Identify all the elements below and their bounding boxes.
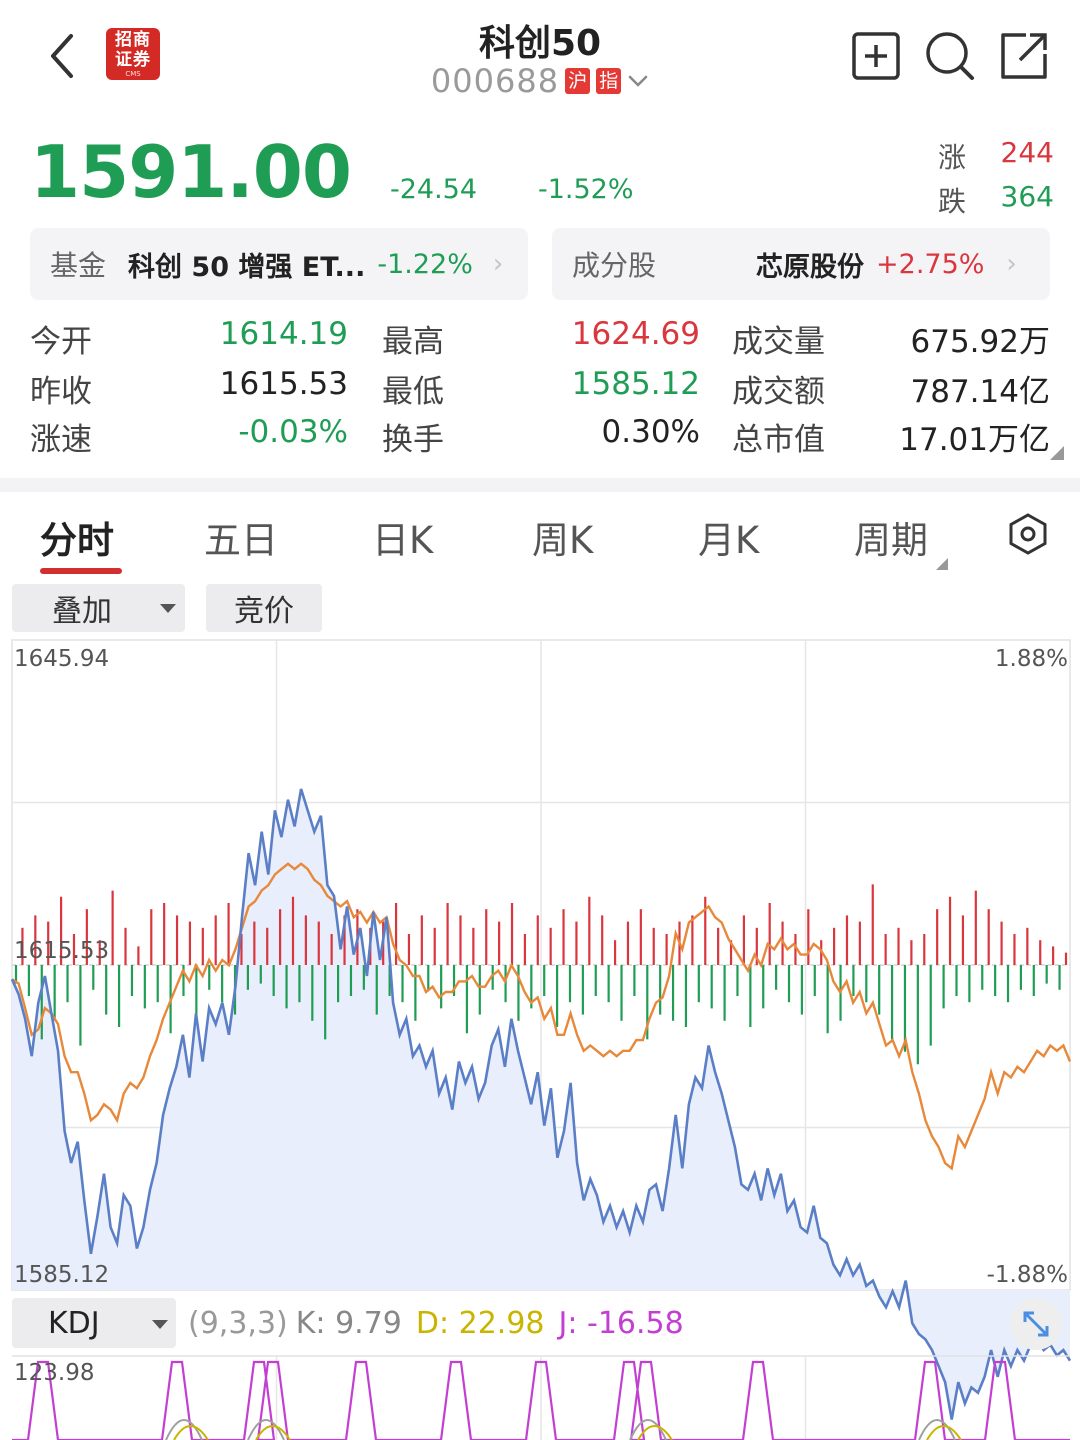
y-axis-top-label: 1645.94 <box>14 646 109 672</box>
kdj-j-value: J: -16.58 <box>558 1305 684 1341</box>
pct-axis-top-label: 1.88% <box>995 646 1068 672</box>
intraday-chart[interactable]: 1645.94 1615.53 1585.12 1.88% -1.88% 123… <box>0 0 1080 1440</box>
kdj-params: (9,3,3) <box>188 1305 288 1341</box>
expand-chart-button[interactable] <box>1010 1298 1062 1350</box>
kdj-k-value: K: 9.79 <box>295 1305 402 1341</box>
kdj-axis-top-label: 123.98 <box>14 1360 94 1386</box>
caret-down-icon <box>152 1320 168 1329</box>
y-axis-baseline-label: 1615.53 <box>14 938 109 964</box>
expand-arrows-icon <box>1023 1311 1049 1337</box>
kdj-chart <box>12 1355 1070 1440</box>
indicator-name: KDJ <box>48 1305 100 1341</box>
kdj-d-value: D: 22.98 <box>415 1305 545 1341</box>
y-axis-bottom-label: 1585.12 <box>14 1262 109 1288</box>
kdj-indicator-bar: KDJ (9,3,3) K: 9.79 D: 22.98 J: -16.58 <box>12 1298 684 1348</box>
kdj-k-line <box>165 1419 956 1440</box>
kdj-d-line <box>173 1425 962 1440</box>
indicator-dropdown[interactable]: KDJ <box>12 1298 176 1348</box>
pct-axis-bottom-label: -1.88% <box>987 1262 1068 1288</box>
